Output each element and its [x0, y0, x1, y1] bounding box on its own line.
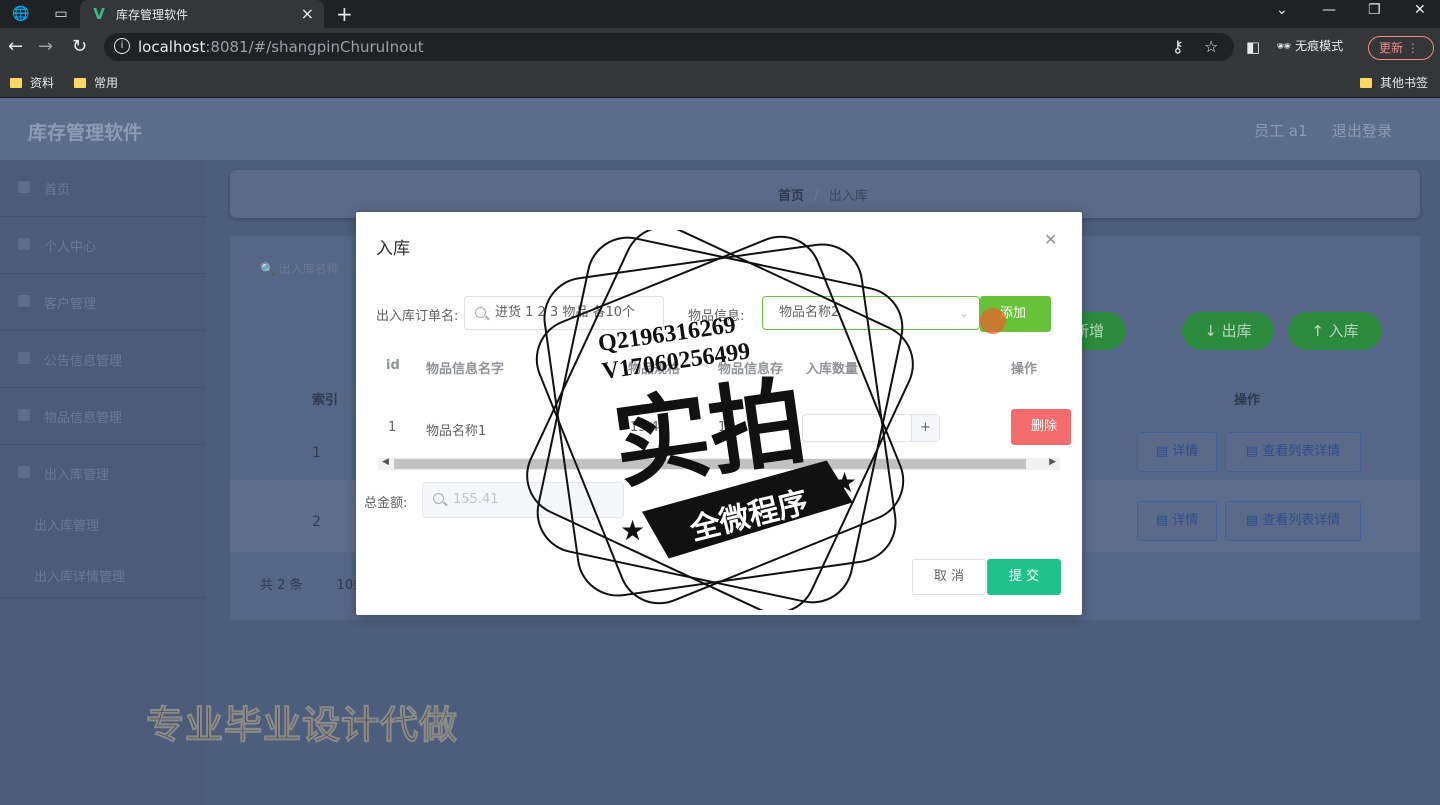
info-icon[interactable]: i — [114, 38, 130, 54]
sidebar-item-goods[interactable]: 物品信息管理 — [0, 388, 206, 445]
close-window-icon[interactable]: ✕ — [1414, 2, 1426, 18]
col-index: 索引 — [312, 393, 339, 408]
sidebar-subitem-inout-detail[interactable]: 出入库详情管理 — [34, 566, 125, 585]
row-2-list-detail-button[interactable]: ▤ 查看列表详情 — [1225, 501, 1361, 541]
mouse-cursor-highlight — [980, 308, 1006, 334]
star-icon: ★ — [620, 514, 645, 547]
tab-title: 库存管理软件 — [116, 8, 189, 22]
breadcrumb-current: 出入库 — [828, 189, 868, 204]
col-action: 操作 — [1011, 362, 1038, 377]
close-tab-icon[interactable]: × — [301, 4, 314, 23]
incognito-indicator[interactable]: 🕶 无痕模式 — [1276, 37, 1343, 54]
sidebar-item-inout[interactable]: 出入库管理 — [0, 445, 206, 502]
folder-icon — [74, 78, 86, 88]
cancel-button[interactable]: 取 消 — [912, 559, 986, 595]
reload-icon[interactable]: ↻ — [72, 37, 87, 57]
globe-icon[interactable]: 🌐 — [12, 5, 30, 23]
vue-logo-icon: V — [93, 5, 105, 23]
row-1-list-detail-button[interactable]: ▤ 查看列表详情 — [1225, 432, 1361, 472]
bookmark-folder-2[interactable]: 常用 — [74, 74, 118, 91]
other-bookmarks[interactable]: 其他书签 — [1360, 74, 1428, 91]
order-name-label: 出入库订单名: — [376, 309, 459, 324]
row-2-detail-button[interactable]: ▤ 详情 — [1137, 501, 1217, 541]
browser-tab-bar: 🌐 ▭ V 库存管理软件 × + ⌄ — ❐ ✕ — [0, 0, 1440, 28]
in-stock-button[interactable]: ↑ 入库 — [1288, 312, 1382, 350]
scroll-left-icon[interactable]: ◀ — [382, 457, 389, 467]
browser-tab[interactable]: V 库存管理软件 × — [80, 0, 324, 28]
list-search-input[interactable]: 🔍 出入库名称 — [260, 260, 339, 277]
new-tab-icon[interactable]: + — [336, 2, 353, 26]
row-id: 1 — [388, 420, 397, 435]
user-icon — [18, 238, 30, 250]
out-stock-button[interactable]: ↓ 出库 — [1182, 312, 1274, 350]
col-goods-name: 物品信息名字 — [426, 362, 505, 377]
row-1-detail-button[interactable]: ▤ 详情 — [1137, 432, 1217, 472]
breadcrumb-home[interactable]: 首页 — [778, 189, 804, 204]
total-label: 总金额: — [364, 496, 408, 511]
side-panel-icon[interactable]: ◧ — [1246, 37, 1260, 57]
sidebar-item-home[interactable]: 首页 — [0, 160, 206, 217]
minimize-icon[interactable]: — — [1322, 2, 1336, 18]
breadcrumb-card: 首页 / 出入库 — [230, 170, 1420, 218]
app-title: 库存管理软件 — [28, 122, 143, 144]
goods-icon — [18, 409, 30, 421]
sidebar-item-notices[interactable]: 公告信息管理 — [0, 331, 206, 388]
forward-icon[interactable]: → — [38, 37, 53, 57]
inventory-icon — [18, 466, 30, 478]
chevron-down-icon[interactable]: ⌄ — [1276, 2, 1288, 18]
folder-icon — [1360, 78, 1372, 88]
submit-button[interactable]: 提 交 — [987, 559, 1061, 595]
col-action: 操作 — [1234, 393, 1261, 408]
chevron-down-icon: ⌄ — [958, 306, 969, 320]
search-icon — [475, 307, 486, 318]
watermark-stamp: Q2196316269 V17060256499 实拍 全微程序 ★ ★ — [526, 230, 914, 610]
row-2-index: 2 — [312, 514, 321, 530]
pagination: 共 2 条 10条 — [260, 578, 367, 593]
col-id: id — [386, 358, 400, 373]
url-box[interactable]: i localhost:8081/#/shangpinChuruInout ⚷ … — [104, 33, 1234, 61]
app-header: 库存管理软件 员工 a1 退出登录 — [0, 98, 1440, 160]
star-icon: ★ — [832, 466, 857, 499]
sidebar-item-profile[interactable]: 个人中心 — [0, 217, 206, 274]
scroll-right-icon[interactable]: ▶ — [1049, 457, 1056, 467]
key-icon[interactable]: ⚷ — [1172, 37, 1184, 56]
close-icon[interactable]: ✕ — [1044, 230, 1057, 249]
bookmarks-bar: 资料 常用 其他书签 — [0, 66, 1440, 98]
address-bar: ← → ↻ i localhost:8081/#/shangpinChuruIn… — [0, 28, 1440, 66]
update-button[interactable]: 更新 ⋮ — [1368, 36, 1434, 60]
breadcrumb: 首页 / 出入库 — [778, 189, 868, 204]
current-user: 员工 a1 — [1254, 122, 1308, 140]
logout-link[interactable]: 退出登录 — [1332, 120, 1392, 141]
tab-search-icon[interactable]: ▭ — [52, 5, 70, 23]
notice-icon — [18, 352, 30, 364]
promo-overlay-text: 专业毕业设计代做 — [145, 703, 459, 748]
search-icon — [433, 493, 444, 504]
row-1-index: 1 — [312, 445, 321, 461]
sidebar-item-customers[interactable]: 客户管理 — [0, 274, 206, 331]
customers-icon — [18, 295, 30, 307]
restore-icon[interactable]: ❐ — [1368, 2, 1381, 18]
row-goods-name: 物品名称1 — [426, 424, 487, 439]
home-icon — [18, 181, 30, 193]
star-icon[interactable]: ☆ — [1204, 37, 1218, 56]
dialog-title: 入库 — [376, 239, 410, 259]
delete-row-button[interactable]: 删除 — [1011, 409, 1071, 445]
bookmark-folder-1[interactable]: 资料 — [10, 74, 54, 91]
url-text: localhost:8081/#/shangpinChuruInout — [138, 38, 424, 56]
sidebar-subitem-inout[interactable]: 出入库管理 — [34, 515, 99, 534]
folder-icon — [10, 78, 22, 88]
sidebar-divider — [0, 597, 206, 598]
back-icon[interactable]: ← — [8, 37, 23, 57]
